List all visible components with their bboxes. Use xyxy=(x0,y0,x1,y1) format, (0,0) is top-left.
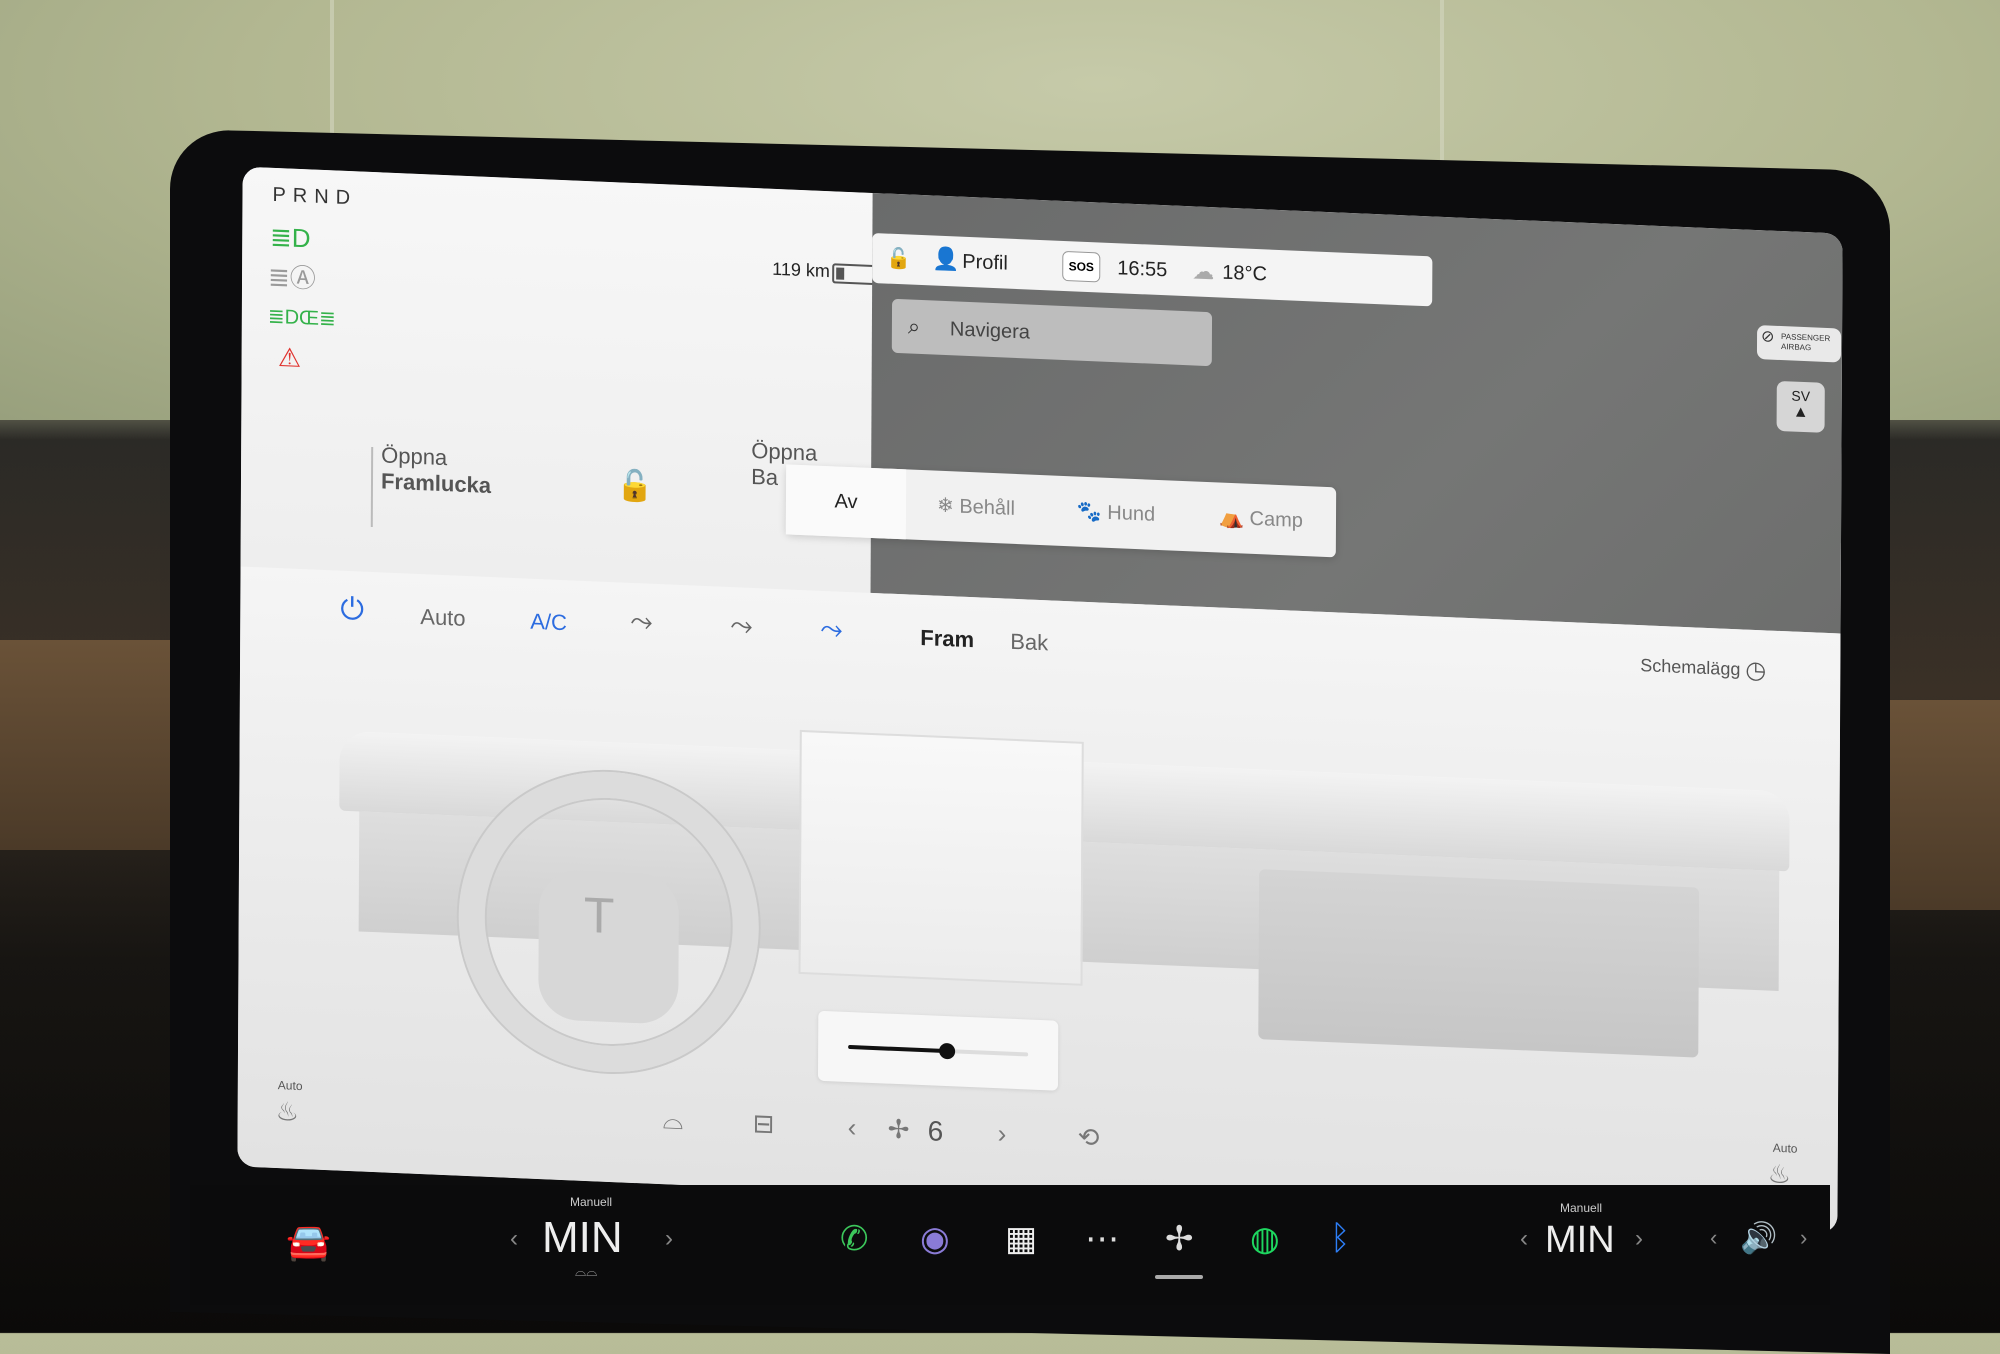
fan-icon: ✢ xyxy=(887,1113,910,1145)
open-trunk-label-line2: Ba xyxy=(751,463,779,491)
unlocked-icon[interactable]: 🔓 xyxy=(616,468,654,505)
driver-temp-decrease-icon[interactable]: ‹ xyxy=(510,1225,518,1253)
open-trunk-label-line1: Öppna xyxy=(751,437,818,466)
parking-lights-icon: ≣DŒ≣ xyxy=(267,305,336,331)
navigation-arrow-icon: ▲ xyxy=(1792,403,1809,422)
passenger-temp-mode: Manuell xyxy=(1560,1201,1603,1215)
popup-option-camp[interactable]: ⛺ Camp xyxy=(1186,481,1336,557)
seat-heater-left-icon[interactable]: ♨ xyxy=(276,1096,299,1128)
fan-speed-value: 6 xyxy=(927,1115,944,1147)
popup-option-keep[interactable]: ❄ Behåll xyxy=(906,469,1046,545)
clock-icon[interactable]: ◷ xyxy=(1745,656,1766,686)
profile-icon[interactable]: 👤 xyxy=(932,245,960,272)
frunk-pointer-line xyxy=(370,446,374,528)
active-app-indicator xyxy=(1155,1275,1203,1279)
spotify-icon[interactable]: ◍ xyxy=(1250,1219,1280,1259)
driver-seat-icon: ⌓⌓ xyxy=(575,1263,598,1279)
headlights-icon: ≣D xyxy=(269,221,311,254)
sos-button[interactable]: SOS xyxy=(1062,250,1101,283)
popup-option-camp-label: Camp xyxy=(1249,507,1303,533)
popup-option-dog-label: Hund xyxy=(1107,501,1156,526)
popup-option-off[interactable]: Av xyxy=(785,464,907,540)
navigation-search-input[interactable] xyxy=(947,311,1193,358)
calendar-icon[interactable]: ▦ xyxy=(1005,1219,1037,1259)
airflow-face-icon[interactable]: ⤳ xyxy=(630,605,653,639)
airflow-feet-icon[interactable]: ⤳ xyxy=(730,609,753,643)
ac-button[interactable]: A/C xyxy=(530,609,567,637)
temperature-slider-panel xyxy=(817,1010,1059,1091)
rear-defrost-icon[interactable]: ⊟ xyxy=(753,1108,775,1140)
seat-heater-left-mode: Auto xyxy=(277,1078,303,1094)
outside-temperature: 18°C xyxy=(1222,261,1268,286)
compass-button[interactable]: SV ▲ xyxy=(1776,380,1825,433)
car-icon[interactable]: 🚘 xyxy=(286,1221,331,1263)
seatbelt-warning-icon: ⚠ xyxy=(277,342,302,374)
climate-fan-icon[interactable]: ✢ xyxy=(1165,1219,1194,1259)
profile-button[interactable]: Profil xyxy=(962,251,1008,276)
cloud-icon: ☁ xyxy=(1192,258,1215,285)
clock: 16:55 xyxy=(1117,257,1168,282)
temperature-slider-track[interactable] xyxy=(848,1042,1029,1060)
gear-selector-indicator: PRND xyxy=(272,183,358,210)
temperature-slider-fill xyxy=(848,1044,948,1054)
bluetooth-icon[interactable]: ᛒ xyxy=(1330,1219,1350,1258)
battery-range: 119 km xyxy=(772,258,830,282)
battery-icon xyxy=(832,263,877,286)
open-frunk-label-line1: Öppna xyxy=(381,442,448,471)
climate-auto-button[interactable]: Auto xyxy=(420,604,465,632)
airbag-off-icon: ⊘ xyxy=(1761,328,1775,346)
open-frunk-button[interactable]: Öppna Framlucka xyxy=(381,442,491,499)
camera-icon[interactable]: ◉ xyxy=(920,1219,950,1259)
front-defrost-icon[interactable]: ⌓ xyxy=(663,1104,684,1137)
tesla-logo-icon: T xyxy=(583,886,615,945)
center-display-render xyxy=(798,729,1084,986)
climate-control-panel: ⏻ Auto A/C ⤳ ⤳ ⤳ Fram Bak Schemalägg ◷ T… xyxy=(237,566,1841,1234)
tab-front[interactable]: Fram xyxy=(920,625,974,653)
car-status-panel: PRND ≣D ≣Ⓐ ≣DŒ≣ ⚠ 119 km Öppna Framlucka… xyxy=(240,166,877,593)
passenger-temp-value[interactable]: MIN xyxy=(1545,1219,1615,1262)
popup-option-dog[interactable]: 🐾 Hund xyxy=(1046,475,1186,551)
door-lock-icon[interactable]: 🔓 xyxy=(886,246,911,272)
climate-power-icon[interactable]: ⏻ xyxy=(340,593,364,628)
fan-decrease-icon[interactable]: ‹ xyxy=(848,1112,857,1143)
temperature-slider-handle[interactable] xyxy=(939,1042,956,1060)
driver-temp-increase-icon[interactable]: › xyxy=(665,1225,673,1253)
more-apps-icon[interactable]: ⋯ xyxy=(1085,1219,1119,1259)
passenger-temp-decrease-icon[interactable]: ‹ xyxy=(1520,1225,1528,1253)
tab-rear[interactable]: Bak xyxy=(1010,629,1048,657)
popup-option-keep-label: Behåll xyxy=(959,495,1016,520)
schedule-button[interactable]: Schemalägg xyxy=(1640,655,1740,680)
glovebox xyxy=(1258,869,1700,1058)
fan-increase-icon[interactable]: › xyxy=(998,1118,1007,1149)
auto-high-beam-icon: ≣Ⓐ xyxy=(267,261,316,294)
touchscreen: PRND ≣D ≣Ⓐ ≣DŒ≣ ⚠ 119 km Öppna Framlucka… xyxy=(237,166,1843,1234)
cabin-dashboard-render: T xyxy=(238,666,1840,1153)
volume-decrease-icon[interactable]: ‹ xyxy=(1710,1225,1717,1251)
passenger-airbag-status: ⊘ PASSENGER AIRBAG xyxy=(1756,325,1842,363)
open-frunk-label-line2: Framlucka xyxy=(380,468,492,498)
airflow-face-feet-icon[interactable]: ⤳ xyxy=(820,613,843,647)
volume-icon[interactable]: 🔊 xyxy=(1740,1221,1777,1256)
volume-increase-icon[interactable]: › xyxy=(1800,1225,1807,1251)
driver-temp-mode: Manuell xyxy=(570,1195,613,1209)
search-icon: ⌕ xyxy=(907,313,921,339)
airbag-label-line2: AIRBAG xyxy=(1780,342,1812,353)
taskbar: 🚘 ‹ Manuell MIN ⌓⌓ › ✆ ◉ ▦ ⋯ ✢ ◍ ᛒ ‹ Man… xyxy=(190,1185,1830,1305)
seat-heater-right-mode: Auto xyxy=(1772,1140,1798,1156)
passenger-temp-increase-icon[interactable]: › xyxy=(1635,1225,1643,1253)
recirculation-icon[interactable]: ⟲ xyxy=(1078,1122,1100,1154)
driver-temp-value[interactable]: MIN xyxy=(542,1213,623,1263)
phone-icon[interactable]: ✆ xyxy=(840,1219,869,1259)
